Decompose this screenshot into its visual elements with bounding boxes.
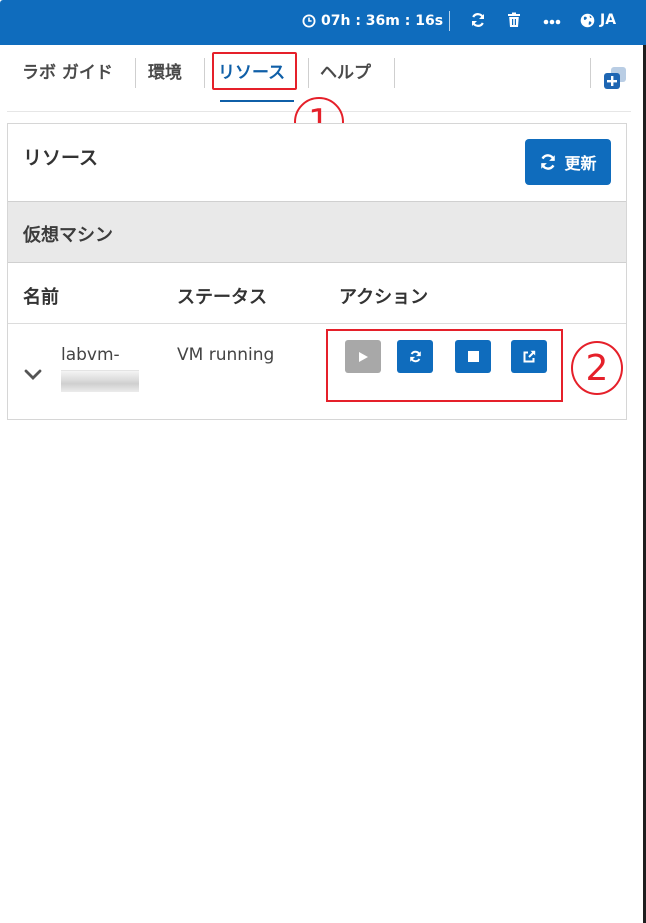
- tab-divider: [135, 58, 136, 88]
- header-refresh-button[interactable]: [470, 12, 486, 28]
- more-icon: [543, 19, 561, 25]
- active-tab-indicator: [220, 100, 294, 102]
- header-divider: [449, 11, 450, 31]
- refresh-icon: [471, 13, 485, 27]
- top-bar: 07h : 36m : 16s JA: [0, 0, 646, 45]
- tab-divider: [204, 58, 205, 88]
- trash-icon: [508, 12, 520, 27]
- row-divider: [8, 323, 626, 324]
- section-title: 仮想マシン: [23, 225, 113, 246]
- language-label: JA: [600, 12, 617, 28]
- tab-lab-guide[interactable]: ラボ ガイド: [22, 58, 113, 83]
- timer-text: 07h : 36m : 16s: [321, 13, 444, 29]
- section-header: 仮想マシン: [8, 201, 626, 263]
- popout-button[interactable]: [603, 66, 627, 90]
- tab-help[interactable]: ヘルプ: [320, 58, 371, 83]
- refresh-button[interactable]: 更新: [525, 139, 611, 185]
- column-header-status: ステータス: [177, 287, 267, 308]
- refresh-icon: [541, 154, 556, 170]
- annotation-marker-2: 2: [571, 341, 623, 395]
- lab-timer: 07h : 36m : 16s: [302, 13, 443, 29]
- clock-icon: [302, 14, 316, 28]
- resources-panel: リソース 更新 仮想マシン 名前 ステータス アクション labvm- VM r…: [7, 123, 627, 420]
- expand-row-button[interactable]: [24, 366, 42, 380]
- annotation-highlight-tab: [212, 52, 297, 90]
- tab-divider: [394, 58, 395, 88]
- tab-divider: [590, 58, 591, 88]
- column-header-actions: アクション: [339, 287, 429, 308]
- panel-title: リソース: [23, 147, 99, 169]
- vm-name: labvm-: [61, 345, 120, 365]
- header-more-button[interactable]: [543, 19, 561, 25]
- column-header-name: 名前: [23, 287, 59, 308]
- vm-status: VM running: [177, 345, 275, 365]
- refresh-button-label: 更新: [564, 154, 597, 173]
- tab-environment[interactable]: 環境: [148, 58, 182, 83]
- redacted-name-suffix: [61, 370, 139, 392]
- language-selector[interactable]: JA: [580, 12, 616, 28]
- window-plus-icon: [604, 67, 626, 89]
- header-delete-button[interactable]: [507, 12, 521, 28]
- tab-divider: [308, 58, 309, 88]
- annotation-highlight-actions: [326, 329, 563, 402]
- globe-icon: [580, 13, 595, 27]
- chevron-down-icon: [24, 369, 42, 380]
